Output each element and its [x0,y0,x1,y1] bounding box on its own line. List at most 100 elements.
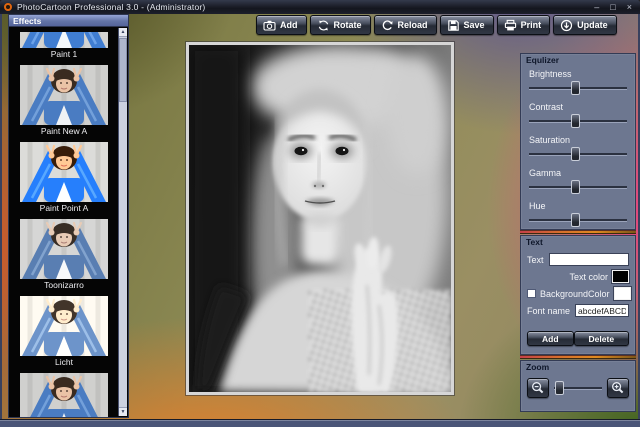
brightness-slider-thumb[interactable] [571,81,581,95]
background-label: Background [540,288,589,299]
effect-item-licht[interactable]: Licht [9,296,119,369]
add-button[interactable]: Add [256,15,307,35]
app-logo-icon [4,3,12,11]
reload-icon [381,19,394,32]
scroll-down-icon[interactable]: ▼ [119,407,127,416]
zoom-slider[interactable] [554,380,602,395]
saturation-slider[interactable] [529,147,627,161]
zoom-controls-row [527,378,629,398]
text-panel: Text Text Text color Background Color Fo… [520,235,636,355]
zoom-in-button[interactable] [607,378,629,398]
panel-separator [520,230,636,234]
text-color-row: Text color [527,270,629,283]
zoom-out-button[interactable] [527,378,549,398]
brightness-slider[interactable] [529,81,627,95]
gamma-slider[interactable] [529,180,627,194]
effect-item-paint-new-a[interactable]: Paint New A [9,65,119,138]
contrast-slider-group: Contrast [529,102,627,128]
effects-list: Paint 1 Paint New A Paint Point A Tooniz… [8,27,129,418]
equalizer-panel: Equlizer Brightness Contrast Saturation … [520,53,636,230]
effect-thumbnail [20,142,108,202]
effect-thumbnail [20,65,108,125]
canvas-image[interactable] [186,42,454,395]
minimize-button[interactable]: – [594,1,599,13]
zoom-panel: Zoom [520,360,636,412]
delete-text-button[interactable]: Delete [573,331,630,346]
gamma-slider-thumb[interactable] [571,180,581,194]
rotate-icon [317,19,330,32]
font-name-label: Font name [527,305,571,316]
save-icon [447,19,460,32]
scrollbar-thumb[interactable] [119,38,127,102]
gamma-slider-group: Gamma [529,168,627,194]
effect-thumbnail [20,373,108,417]
effect-caption: Paint New A [40,126,88,136]
effect-thumbnail [20,296,108,356]
add-text-button-label: Add [542,333,559,344]
font-name-row: Font name [527,304,629,317]
panel-separator [520,355,636,359]
camera-icon [263,19,276,32]
window-controls: – □ × [594,1,632,13]
background-color-swatch[interactable] [613,287,631,300]
scroll-up-icon[interactable]: ▲ [119,28,127,37]
effect-thumbnail [20,219,108,279]
maximize-button[interactable]: □ [610,1,615,13]
text-panel-header: Text [526,237,543,247]
window-bottom-frame [0,419,640,427]
saturation-label: Saturation [529,135,571,145]
window-title: PhotoCartoon Professional 3.0 - (Adminis… [17,2,206,12]
close-button[interactable]: × [627,1,632,13]
hue-label: Hue [529,201,546,211]
main-toolbar: Add Rotate Reload Save Print Update [256,15,617,35]
saturation-slider-group: Saturation [529,135,627,161]
hue-slider-thumb[interactable] [571,213,581,227]
reload-button-label: Reload [397,20,428,30]
contrast-slider[interactable] [529,114,627,128]
text-color-label: Text color [569,271,608,282]
effects-panel: Effects Paint 1 Paint New A Paint Point … [8,14,129,418]
reload-button[interactable]: Reload [373,15,437,35]
saturation-slider-thumb[interactable] [571,147,581,161]
effects-scrollbar[interactable]: ▲ ▼ [118,28,127,416]
contrast-slider-thumb[interactable] [571,114,581,128]
background-checkbox[interactable] [527,289,536,298]
update-button[interactable]: Update [553,15,617,35]
effects-panel-header: Effects [8,14,129,27]
app-window: PhotoCartoon Professional 3.0 - (Adminis… [0,0,640,427]
print-button-label: Print [520,20,542,30]
effect-item-next[interactable] [9,373,119,417]
text-input-row: Text [527,253,629,266]
font-name-input[interactable] [575,304,629,317]
text-color-swatch[interactable] [612,270,629,283]
save-button[interactable]: Save [439,15,494,35]
print-button[interactable]: Print [496,15,551,35]
magnifier-minus-icon [531,381,545,395]
save-button-label: Save [463,20,485,30]
effect-item-toonizarro[interactable]: Toonizarro [9,219,119,292]
title-bar: PhotoCartoon Professional 3.0 - (Adminis… [0,0,640,14]
update-button-label: Update [577,20,608,30]
text-input[interactable] [548,253,629,266]
effect-caption: Paint 1 [50,49,78,59]
effect-caption: Paint Point A [39,203,89,213]
effect-caption: Licht [55,357,73,367]
portrait-photo [189,45,451,392]
magnifier-plus-icon [611,381,625,395]
effect-thumbnail [20,32,108,48]
add-button-label: Add [280,20,298,30]
rotate-button[interactable]: Rotate [309,15,371,35]
add-text-button[interactable]: Add [527,331,574,346]
effect-item-paint-1[interactable]: Paint 1 [9,32,119,61]
hue-slider[interactable] [529,213,627,227]
contrast-label: Contrast [529,102,564,112]
text-buttons-row: Add Delete [527,331,630,346]
delete-text-button-label: Delete [588,333,615,344]
brightness-slider-group: Brightness [529,69,627,95]
equalizer-panel-header: Equlizer [526,55,560,65]
color-label: Color [588,288,610,299]
zoom-slider-thumb[interactable] [555,380,564,395]
background-color-row: Background Color [527,287,631,300]
print-icon [504,19,517,32]
effect-item-paint-point-a[interactable]: Paint Point A [9,142,119,215]
